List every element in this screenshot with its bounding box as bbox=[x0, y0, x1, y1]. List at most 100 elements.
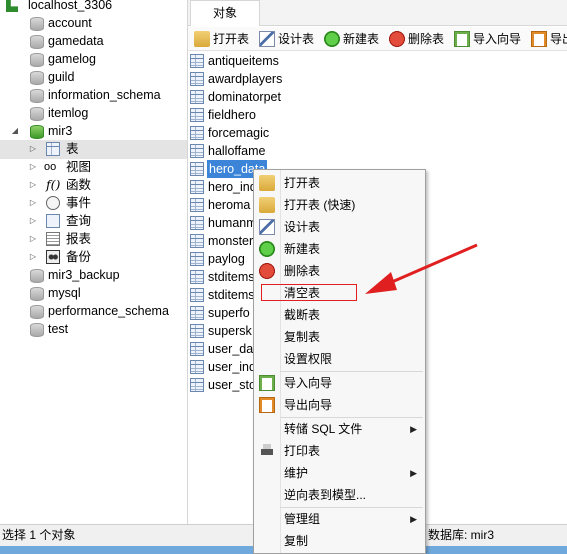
database-icon bbox=[30, 52, 44, 67]
tree-db-label: guild bbox=[48, 70, 75, 84]
menu-truncate-table[interactable]: 截断表 bbox=[254, 304, 425, 326]
menu-item-label: 管理组 bbox=[284, 512, 321, 526]
table-item-label: paylog bbox=[208, 252, 245, 266]
delete-table-icon bbox=[259, 263, 275, 279]
database-icon bbox=[30, 34, 44, 49]
table-icon bbox=[190, 72, 204, 86]
connection-tree: localhost_3306 account gamedata gamelog … bbox=[0, 0, 188, 524]
table-item-label: awardplayers bbox=[208, 72, 283, 86]
menu-maintain[interactable]: 维护 ▶ bbox=[254, 462, 425, 484]
tab-bar: 对象 bbox=[188, 0, 567, 26]
function-icon: f() bbox=[46, 177, 61, 192]
menu-item-label: 设置权限 bbox=[284, 352, 333, 366]
table-icon bbox=[190, 54, 204, 68]
menu-item-label: 打开表 bbox=[284, 176, 321, 190]
table-item-label: antiqueitems bbox=[208, 54, 279, 68]
open-table-label: 打开表 bbox=[213, 32, 250, 46]
printer-icon bbox=[259, 443, 275, 459]
expand-arrow-icon[interactable]: ▷ bbox=[28, 140, 38, 158]
design-table-icon bbox=[259, 31, 275, 47]
table-icon bbox=[190, 108, 204, 122]
tree-item-label: 备份 bbox=[66, 250, 92, 264]
table-icon bbox=[190, 324, 204, 338]
collapse-arrow-icon[interactable]: ◢ bbox=[10, 122, 20, 140]
table-icon bbox=[190, 162, 204, 176]
tree-item-label: 查询 bbox=[66, 214, 92, 228]
expand-arrow-icon[interactable]: ▷ bbox=[28, 230, 38, 248]
menu-item-label: 截断表 bbox=[284, 308, 321, 322]
tree-db-label: performance_schema bbox=[48, 304, 169, 318]
table-context-menu: 打开表 打开表 (快速) 设计表 新建表 删除表 清空表 截断表 复制表 设置权… bbox=[253, 169, 426, 554]
menu-item-label: 打印表 bbox=[284, 444, 321, 458]
tree-connection-label: localhost_3306 bbox=[28, 0, 113, 12]
submenu-arrow-icon: ▶ bbox=[410, 468, 417, 478]
connection-icon bbox=[6, 0, 18, 12]
table-icon bbox=[190, 180, 204, 194]
table-icon bbox=[190, 216, 204, 230]
annotation-highlight-box bbox=[261, 284, 357, 301]
table-item-label: dominatorpet bbox=[208, 90, 281, 104]
export-wizard-label: 导出 bbox=[550, 32, 567, 46]
menu-open-table-fast[interactable]: 打开表 (快速) bbox=[254, 194, 425, 216]
table-icon bbox=[46, 142, 60, 156]
menu-item-label: 新建表 bbox=[284, 242, 321, 256]
menu-import-wizard[interactable]: 导入向导 bbox=[254, 372, 425, 394]
tree-item-label: 函数 bbox=[66, 178, 92, 192]
menu-copy[interactable]: 复制 bbox=[254, 530, 425, 552]
menu-dump-sql[interactable]: 转储 SQL 文件 ▶ bbox=[254, 418, 425, 440]
menu-print-table[interactable]: 打印表 bbox=[254, 440, 425, 462]
table-item-label: stditems bbox=[208, 270, 255, 284]
menu-copy-table[interactable]: 复制表 bbox=[254, 326, 425, 348]
export-wizard-icon bbox=[531, 31, 547, 47]
status-selection-text: 选择 1 个对象 bbox=[2, 528, 76, 542]
tree-db-label: mir3_backup bbox=[48, 268, 120, 282]
menu-design-table[interactable]: 设计表 bbox=[254, 216, 425, 238]
backup-icon bbox=[46, 250, 60, 264]
menu-manage-group[interactable]: 管理组 ▶ bbox=[254, 508, 425, 530]
delete-table-icon bbox=[389, 31, 405, 47]
tree-db-label: information_schema bbox=[48, 88, 161, 102]
menu-item-label: 维护 bbox=[284, 466, 309, 480]
submenu-arrow-icon: ▶ bbox=[410, 424, 417, 434]
expand-arrow-icon[interactable]: ▷ bbox=[28, 158, 38, 176]
tree-db-label: itemlog bbox=[48, 106, 89, 120]
menu-set-permissions[interactable]: 设置权限 bbox=[254, 348, 425, 370]
tab-objects[interactable]: 对象 bbox=[190, 0, 260, 26]
new-table-icon bbox=[324, 31, 340, 47]
menu-open-table[interactable]: 打开表 bbox=[254, 172, 425, 194]
database-icon bbox=[30, 304, 44, 319]
tree-db-label: account bbox=[48, 16, 92, 30]
import-wizard-icon bbox=[454, 31, 470, 47]
view-icon: oo bbox=[44, 161, 57, 173]
menu-item-label: 删除表 bbox=[284, 264, 321, 278]
tree-db-label: gamelog bbox=[48, 52, 96, 66]
menu-export-wizard[interactable]: 导出向导 bbox=[254, 394, 425, 416]
table-item-label: user_ind bbox=[208, 360, 256, 374]
expand-arrow-icon[interactable]: ▷ bbox=[28, 212, 38, 230]
expand-arrow-icon[interactable]: ▷ bbox=[28, 248, 38, 266]
expand-arrow-icon[interactable]: ▷ bbox=[28, 176, 38, 194]
expand-arrow-icon[interactable]: ▷ bbox=[28, 194, 38, 212]
menu-item-label: 复制表 bbox=[284, 330, 321, 344]
new-table-icon bbox=[259, 241, 275, 257]
new-table-label: 新建表 bbox=[343, 32, 380, 46]
tree-item-label: 表 bbox=[66, 142, 79, 156]
database-icon bbox=[30, 322, 44, 337]
status-database-text: 数据库: mir3 bbox=[428, 528, 495, 542]
object-toolbar: 打开表 设计表 新建表 删除表 导入向导 导出 bbox=[188, 27, 567, 51]
table-item-label: forcemagic bbox=[208, 126, 270, 140]
delete-table-label: 删除表 bbox=[408, 32, 445, 46]
database-icon bbox=[30, 16, 44, 31]
database-icon bbox=[30, 106, 44, 121]
open-table-fast-icon bbox=[259, 197, 275, 213]
table-icon bbox=[190, 378, 204, 392]
table-item-label: stditems bbox=[208, 288, 255, 302]
tree-db-label: gamedata bbox=[48, 34, 104, 48]
database-icon bbox=[30, 88, 44, 103]
table-item-label: hero_ind bbox=[208, 180, 257, 194]
table-item-label: user_sto bbox=[208, 378, 256, 392]
table-icon bbox=[190, 342, 204, 356]
menu-reverse-to-model[interactable]: 逆向表到模型... bbox=[254, 484, 425, 506]
database-icon bbox=[30, 70, 44, 85]
table-item-label: supersk bbox=[208, 324, 252, 338]
